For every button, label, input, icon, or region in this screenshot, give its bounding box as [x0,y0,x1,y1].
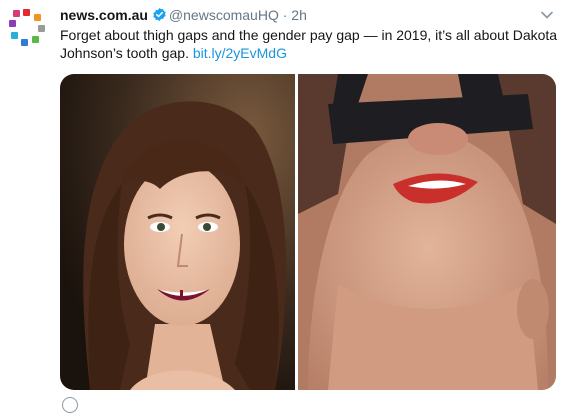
separator: · [282,7,288,23]
tweet-body: Forget about thigh gaps and the gender p… [60,27,558,61]
photo-right-image [298,74,556,390]
photo-left-image [60,74,295,390]
timestamp[interactable]: 2h [291,7,307,23]
chevron-down-icon[interactable] [540,7,554,27]
logo-dot [32,36,39,43]
reply-icon[interactable] [62,397,78,413]
logo-dot [23,9,30,16]
verified-badge-icon [152,7,167,27]
logo-dot [11,32,18,39]
photo-left[interactable] [60,74,295,390]
tweet-link[interactable]: bit.ly/2yEvMdG [193,45,287,61]
logo-dot [38,25,45,32]
display-name[interactable]: news.com.au [60,7,148,23]
photo-right[interactable] [298,74,556,390]
logo-dot [21,39,28,46]
news-logo-icon[interactable] [8,8,46,46]
logo-dot [34,14,41,21]
logo-dot [9,20,16,27]
tweet-text: Forget about thigh gaps and the gender p… [60,26,558,62]
tweet-header: news.com.au @newscomauHQ · 2h [60,5,554,25]
media-grid[interactable] [60,74,556,390]
logo-dot [13,10,20,17]
handle[interactable]: @newscomauHQ [169,7,279,23]
